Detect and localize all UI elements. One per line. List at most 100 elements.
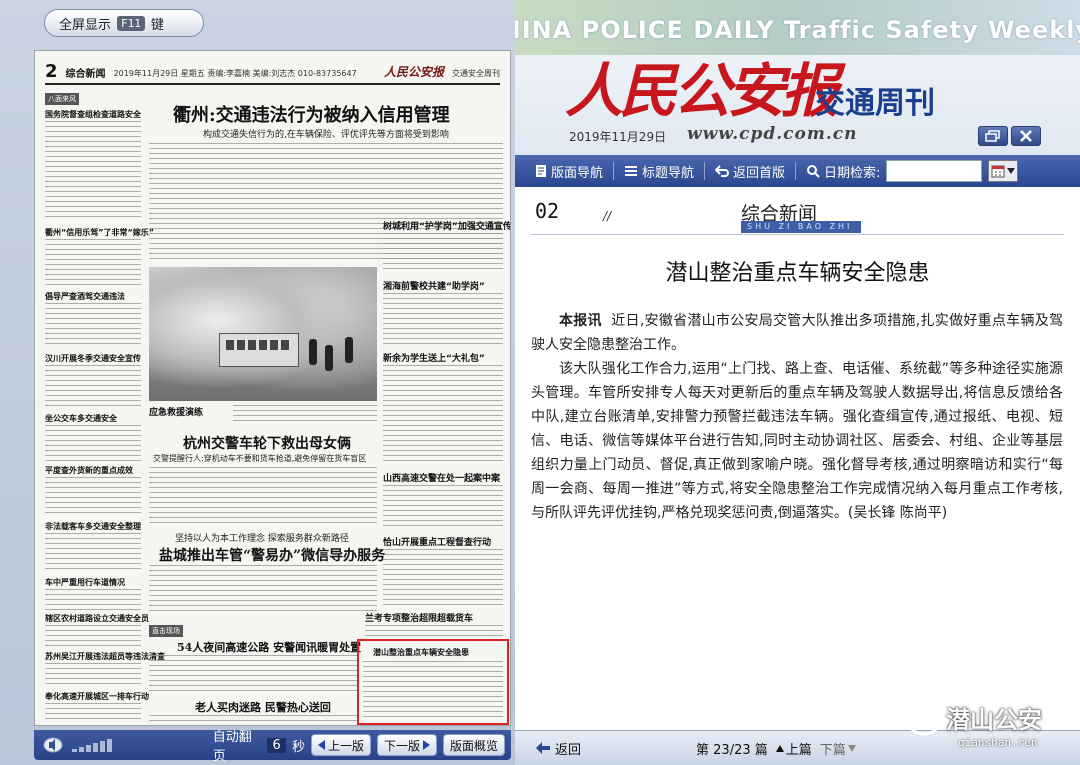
side-headline[interactable]: 树城利用“护学岗”加强交通宣传 — [383, 219, 510, 232]
text-block — [45, 477, 141, 517]
text-block — [149, 715, 357, 725]
nav-separator — [613, 162, 615, 180]
seconds-unit: 秒 — [291, 739, 305, 755]
bus-shape — [219, 333, 299, 367]
left-col-head[interactable]: 平度查外货新的重点成效 — [45, 465, 133, 476]
photo-caption: 应急救援演练 — [149, 408, 204, 418]
close-window-button[interactable] — [1011, 126, 1041, 146]
next-edition-button[interactable]: 下一版 — [376, 734, 437, 756]
text-block — [363, 661, 503, 719]
speaker-icon[interactable] — [40, 734, 66, 756]
side-headline[interactable]: 恰山开展重点工程督查行动 — [383, 535, 491, 548]
left-col-head[interactable]: 奉化高速开展城区一排车行动 — [45, 691, 149, 702]
current-article-highlight[interactable]: 潜山整治重点车辆安全隐患 — [357, 639, 509, 725]
next-edition-label: 下一版 — [383, 738, 420, 753]
paper-column-name: 综合新闻 — [65, 69, 106, 80]
left-col-head[interactable]: 辖区农村道路设立交通安全员 — [45, 613, 149, 624]
text-block — [45, 239, 141, 285]
fullscreen-button[interactable]: 全屏显示 F11 键 — [44, 9, 204, 37]
layout-nav-button[interactable]: 版面导航 — [535, 162, 603, 181]
prev-article-button[interactable]: 上篇 — [775, 739, 812, 758]
back-arrow-icon — [536, 742, 550, 754]
reader-control-bar: 自动翻页 6 秒 上一版 下一版 版面概览 — [34, 730, 511, 764]
divider — [531, 234, 1064, 235]
text-block — [45, 303, 141, 347]
headline-4[interactable]: 54人夜间高速公路 安警闻讯暖胃处置 — [177, 639, 361, 655]
figure-shape — [325, 345, 333, 371]
back-button[interactable]: 返回 — [535, 739, 581, 758]
overview-button[interactable]: 版面概览 — [442, 734, 505, 756]
text-block — [45, 625, 141, 647]
paper-logo: 人民公安报 — [383, 65, 444, 79]
side-headline[interactable]: 湘海前警校共建“助学岗” — [383, 279, 485, 292]
article-counter: 第 23/23 篇 — [696, 742, 768, 758]
text-block — [149, 467, 377, 523]
title-nav-label: 标题导航 — [642, 165, 695, 181]
news-photo[interactable] — [149, 267, 377, 401]
watermark-url: qianshan.ren — [958, 736, 1038, 749]
list-icon — [625, 166, 638, 176]
side-headline[interactable]: 山西高速交警在处一起案中案 — [383, 471, 500, 484]
headline-3[interactable]: 盐城推出车管“警易办”微信导办服务 — [159, 545, 385, 565]
arrow-up-icon — [775, 744, 784, 752]
arrow-right-icon — [422, 740, 430, 750]
side-headline[interactable]: 兰考专项整治超限超载货车 — [365, 611, 473, 624]
text-block — [383, 485, 503, 529]
left-col-head[interactable]: 坐公交车多交通安全 — [45, 413, 117, 424]
subhead-2: 交警提醒行人:穿机动车不要和货车抢道,避免停留在货车盲区 — [153, 454, 367, 463]
text-block — [45, 365, 141, 409]
left-col-head[interactable]: 汉川开展冬季交通安全宣传 — [45, 353, 141, 364]
back-label: 返回 — [555, 742, 582, 758]
return-arrow-icon — [715, 165, 729, 177]
text-block — [45, 425, 141, 461]
site-url[interactable]: www.cpd.com.cn — [687, 124, 857, 144]
article-title: 潜山整治重点车辆安全隐患 — [665, 261, 930, 286]
calendar-icon — [991, 165, 1005, 178]
text-block — [45, 589, 141, 611]
page-reader: 全屏显示 F11 键 2 综合新闻 2019年11月29日 星期五 责编:李嘉楠… — [0, 0, 515, 765]
headline-2[interactable]: 杭州交警车轮下救出母女俩 — [183, 433, 351, 453]
prev-edition-button[interactable]: 上一版 — [310, 734, 371, 756]
text-block — [383, 293, 503, 347]
left-col-head[interactable]: 车中严重用行车道情况 — [45, 577, 125, 588]
masthead: CHINA POLICE DAILY Traffic Safety Weekly… — [515, 0, 1080, 152]
left-col-head[interactable]: 苏州吴江开展违法超员等违法清查 — [45, 651, 165, 662]
date-search-input[interactable] — [886, 160, 983, 182]
paper-page-number: 2 — [45, 61, 58, 82]
prev-edition-label: 上一版 — [327, 738, 364, 753]
restore-window-button[interactable] — [978, 126, 1008, 146]
volume-slider[interactable] — [72, 738, 147, 752]
paper-header: 2 综合新闻 2019年11月29日 星期五 责编:李嘉楠 美编:刘志杰 010… — [45, 59, 500, 85]
watermark-text: 潜山公安 — [946, 706, 1042, 734]
paper-weekly-name: 交通安全周刊 — [452, 69, 500, 78]
search-icon — [807, 165, 820, 178]
home-edition-button[interactable]: 返回首版 — [715, 162, 785, 181]
headline-1[interactable]: 衢州:交通违法行为被纳入信用管理 — [173, 101, 450, 127]
side-headline[interactable]: 新余为学生送上“大礼包” — [383, 351, 485, 364]
article-paragraph: 该大队强化工作合力,运用“上门找、路上查、电话催、系统截”等多种途径实施源头管理… — [531, 361, 1063, 521]
article-pane: 02 // 综合新闻 SHU ZI BAO ZHI 潜山整治重点车辆安全隐患 本… — [515, 187, 1080, 730]
text-block — [45, 121, 141, 221]
auto-flip-seconds[interactable]: 6 — [267, 737, 286, 753]
calendar-picker-button[interactable] — [988, 160, 1019, 182]
left-col-head[interactable]: 非法载客车多交通安全整理 — [45, 521, 141, 532]
overview-label: 版面概览 — [449, 738, 498, 753]
article-lead: 本报讯 — [559, 313, 602, 329]
nav-separator — [795, 162, 797, 180]
article-body: 本报讯 近日,安徽省潜山市公安局交管大队推出多项措施,扎实做好重点车辆及驾驶人安… — [531, 309, 1063, 525]
left-col-head[interactable]: 衢州“信用乐驾”了非常“嫁乐” — [45, 227, 154, 238]
left-col-head[interactable]: 国务院督查组检查道路安全 — [45, 109, 141, 120]
headline-5[interactable]: 老人买肉迷路 民警热心送回 — [195, 699, 331, 715]
next-article-label: 下篇 — [819, 742, 846, 758]
window-controls — [978, 126, 1041, 146]
next-article-button[interactable]: 下篇 — [820, 739, 856, 758]
title-nav-button[interactable]: 标题导航 — [624, 162, 694, 181]
newspaper-page-thumbnail[interactable]: 2 综合新闻 2019年11月29日 星期五 责编:李嘉楠 美编:刘志杰 010… — [34, 50, 511, 726]
restore-icon — [985, 130, 1000, 142]
section-pinyin: SHU ZI BAO ZHI — [741, 221, 861, 233]
slash-marks: // — [603, 209, 612, 223]
text-block — [233, 405, 377, 425]
f11-key-badge: F11 — [117, 15, 145, 31]
text-block — [45, 663, 141, 687]
left-col-head[interactable]: 倡导严查酒驾交通违法 — [45, 291, 125, 302]
